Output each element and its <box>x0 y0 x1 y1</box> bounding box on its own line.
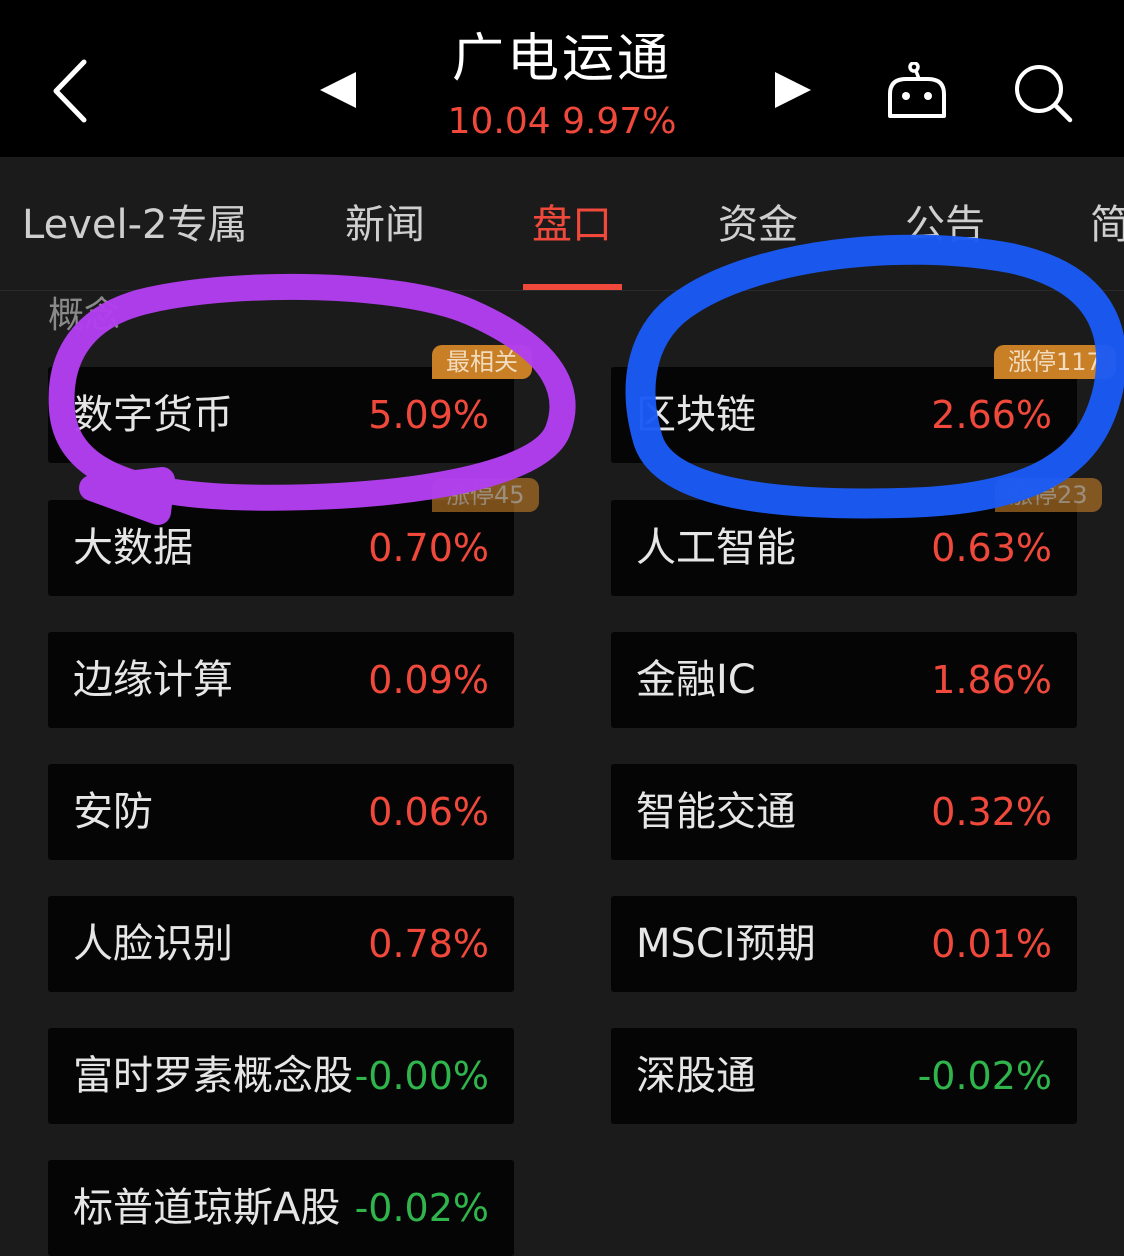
concept-card-ftse-russell[interactable]: 富时罗素概念股 -0.00% <box>48 1028 514 1124</box>
prev-triangle-icon <box>320 72 356 108</box>
robot-icon <box>888 61 946 118</box>
search-icon <box>1015 65 1073 123</box>
concept-card-face-recognition[interactable]: 人脸识别 0.78% <box>48 896 514 992</box>
concept-change: 0.06% <box>368 790 489 834</box>
concept-change: 0.01% <box>931 922 1052 966</box>
concept-change: -0.02% <box>917 1054 1052 1098</box>
next-triangle-icon <box>775 72 811 108</box>
concept-name: 区块链 <box>636 392 756 438</box>
concept-card-financial-ic[interactable]: 金融IC 1.86% <box>611 632 1077 728</box>
section-title-concepts: 概念 <box>48 295 121 336</box>
tab-capital[interactable]: 资金 <box>718 199 798 251</box>
concept-card-security[interactable]: 安防 0.06% <box>48 764 514 860</box>
concept-name: 安防 <box>73 789 153 835</box>
tab-brief[interactable]: 简 <box>1090 199 1124 251</box>
concept-card-big-data[interactable]: 大数据 0.70% <box>48 500 514 596</box>
active-tab-indicator <box>523 284 622 290</box>
concept-name: 人脸识别 <box>73 921 233 967</box>
back-arrow-icon <box>53 59 87 123</box>
concept-change: 0.78% <box>368 922 489 966</box>
concept-name: MSCI预期 <box>636 921 816 967</box>
search-button[interactable] <box>1012 62 1074 124</box>
concept-card-smart-traffic[interactable]: 智能交通 0.32% <box>611 764 1077 860</box>
badge-limit-up: 涨停117 <box>994 345 1116 379</box>
badge-limit-up: 涨停23 <box>995 478 1102 512</box>
concept-card-ai[interactable]: 人工智能 0.63% <box>611 500 1077 596</box>
concept-card-edge-computing[interactable]: 边缘计算 0.09% <box>48 632 514 728</box>
concept-card-msci[interactable]: MSCI预期 0.01% <box>611 896 1077 992</box>
concept-change: 5.09% <box>368 393 489 437</box>
assistant-button[interactable] <box>884 61 950 120</box>
prev-stock-button[interactable] <box>318 70 358 110</box>
concept-card-shenzhen-connect[interactable]: 深股通 -0.02% <box>611 1028 1077 1124</box>
concept-name: 富时罗素概念股 <box>73 1053 353 1099</box>
badge-most-related: 最相关 <box>432 345 532 379</box>
concept-change: -0.00% <box>354 1054 489 1098</box>
concept-name: 数字货币 <box>73 392 233 438</box>
concept-name: 标普道琼斯A股 <box>73 1185 341 1231</box>
concept-change: 0.09% <box>368 658 489 702</box>
concept-change: 0.70% <box>368 526 489 570</box>
tab-announcements[interactable]: 公告 <box>905 199 985 251</box>
stock-quote: 10.04 9.97% <box>447 101 677 142</box>
tab-order-book[interactable]: 盘口 <box>532 199 612 251</box>
concept-name: 智能交通 <box>636 789 796 835</box>
concept-name: 深股通 <box>636 1053 756 1099</box>
concept-change: 0.63% <box>931 526 1052 570</box>
concept-name: 人工智能 <box>636 525 796 571</box>
concept-change: 0.32% <box>931 790 1052 834</box>
tab-bar: Level-2专属 新闻 盘口 资金 公告 简 <box>0 157 1124 291</box>
stock-title: 广电运通 10.04 9.97% <box>362 26 762 144</box>
next-stock-button[interactable] <box>773 70 813 110</box>
concept-change: 1.86% <box>931 658 1052 702</box>
concept-name: 边缘计算 <box>73 657 233 703</box>
concept-change: 2.66% <box>931 393 1052 437</box>
tab-level2[interactable]: Level-2专属 <box>22 199 247 251</box>
back-button[interactable] <box>48 58 92 124</box>
concept-name: 金融IC <box>636 657 756 703</box>
concept-card-digital-currency[interactable]: 数字货币 5.09% <box>48 367 514 463</box>
tab-news[interactable]: 新闻 <box>345 199 425 251</box>
top-bar: 广电运通 10.04 9.97% <box>0 0 1124 157</box>
concept-name: 大数据 <box>73 525 193 571</box>
badge-limit-up: 涨停45 <box>432 478 539 512</box>
stock-name: 广电运通 <box>451 29 672 89</box>
concept-card-blockchain[interactable]: 区块链 2.66% <box>611 367 1077 463</box>
concept-change: -0.02% <box>354 1186 489 1230</box>
